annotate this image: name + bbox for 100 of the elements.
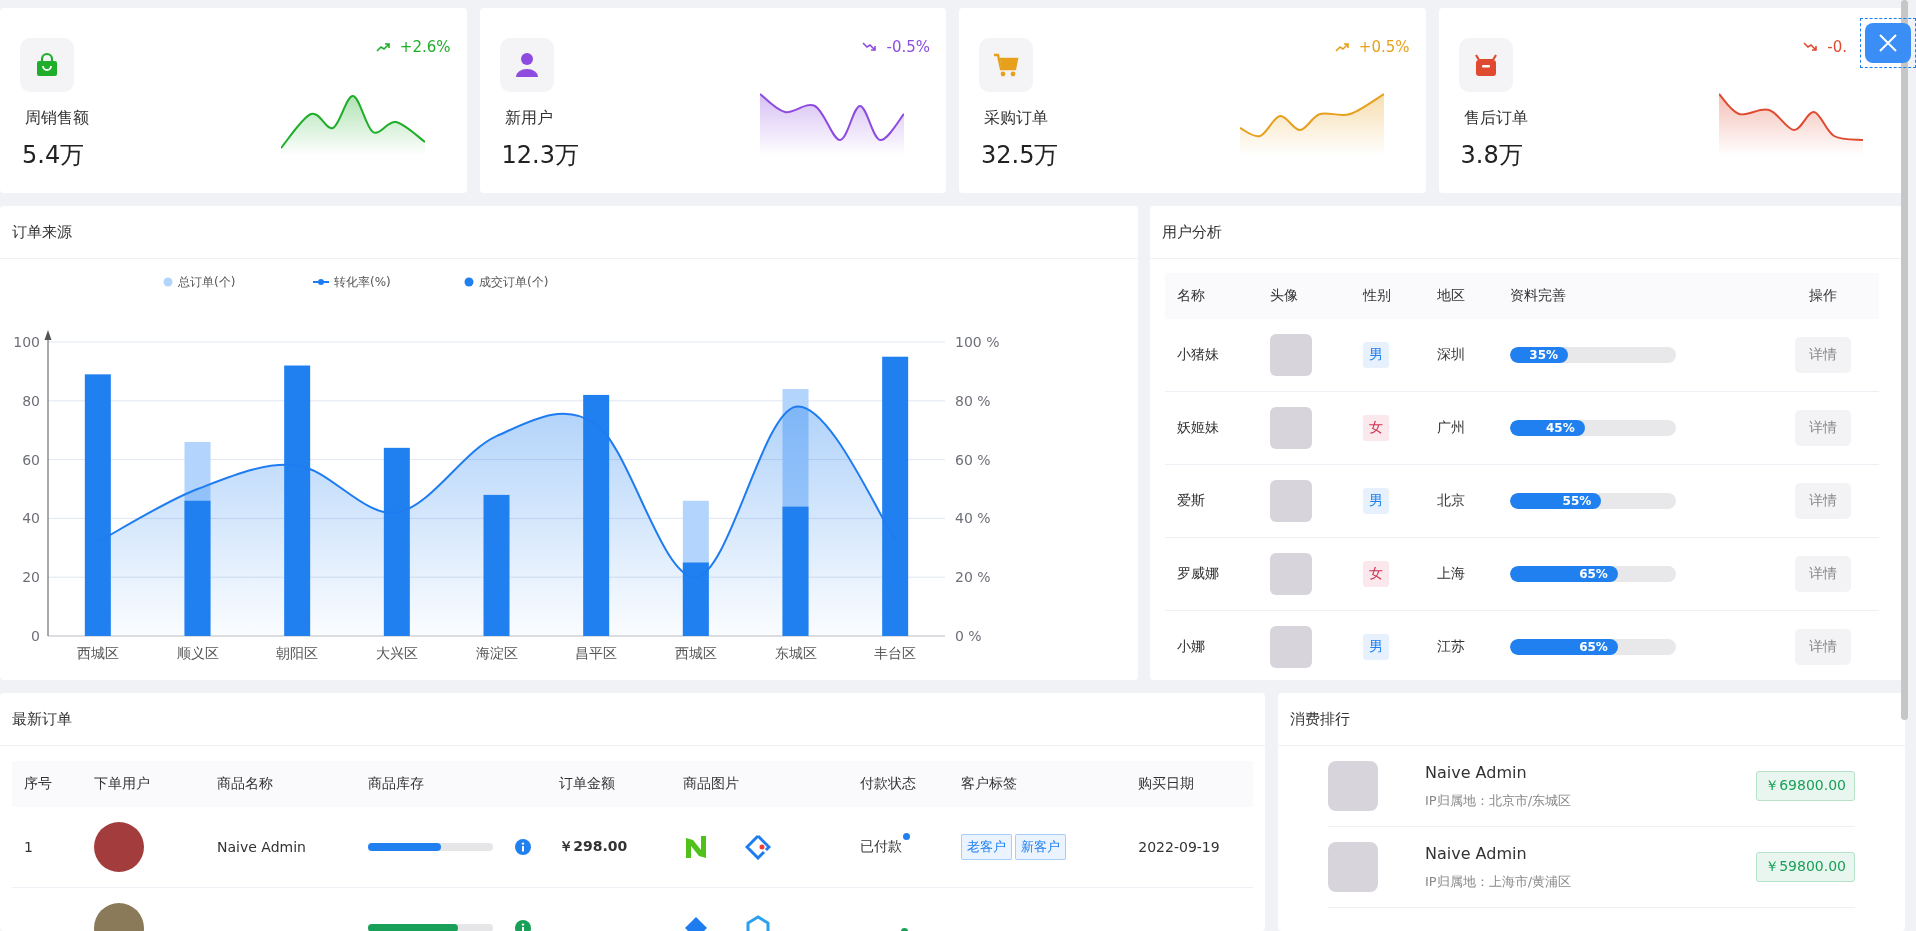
detail-button[interactable]: 详情 (1794, 483, 1851, 519)
progress-fill: 65% (1510, 639, 1618, 655)
progress-fill: 65% (1510, 566, 1618, 582)
table-cell: 妖姬妹 (1165, 391, 1259, 465)
table-cell: 北京 (1424, 464, 1498, 538)
axis-label: 100 % (955, 334, 1000, 350)
stat-value: 12.3万 (501, 140, 579, 171)
axis-label: 东城区 (774, 645, 817, 661)
column-header: 操作 (1766, 273, 1879, 319)
avatar-placeholder (1270, 480, 1313, 522)
axis-label: 0 (31, 628, 40, 644)
table-cell: 深圳 (1424, 319, 1498, 392)
axis-label: 朝阳区 (276, 645, 319, 661)
progress-fill: 35% (1510, 347, 1569, 363)
column-header: 商品图片 (670, 761, 849, 807)
avatar-placeholder (1270, 626, 1313, 668)
legend-label: 总订单(个) (178, 275, 236, 289)
table-cell: 罗威娜 (1165, 537, 1259, 611)
axis-label: 丰台区 (874, 645, 917, 661)
axis-label: 西城区 (76, 645, 119, 661)
axis-label: 顺义区 (176, 645, 219, 661)
avatar-placeholder (1328, 761, 1378, 811)
table-cell: 小娜 (1165, 610, 1259, 680)
column-header: 性别 (1351, 273, 1425, 319)
column-header: 地区 (1424, 273, 1498, 319)
axis-label: 20 % (955, 569, 991, 586)
card-title: 最新订单 (0, 693, 1265, 746)
column-header: 订单金额 (547, 761, 671, 807)
gender-tag: 男 (1363, 488, 1390, 514)
gender-tag: 女 (1363, 415, 1390, 441)
gender-tag: 男 (1363, 634, 1390, 660)
axis-label: 100 (13, 334, 40, 350)
stat-label: 周销售额 (25, 108, 89, 129)
trend-percent: -0.5% (886, 38, 930, 56)
column-header: 购买日期 (1126, 761, 1253, 807)
stat-value: 5.4万 (22, 140, 86, 171)
table-cell: 小猪妹 (1165, 319, 1259, 392)
detail-button[interactable]: 详情 (1794, 629, 1851, 665)
column-header: 客户标签 (948, 761, 1127, 807)
stat-value: 32.5万 (981, 140, 1059, 171)
table-cell: ￥298.00 (547, 807, 671, 888)
column-header: 序号 (12, 761, 83, 807)
user-name: Naive Admin (1425, 762, 1528, 782)
axis-label: 海淀区 (475, 645, 518, 661)
column-header: 资料完善 (1498, 273, 1767, 319)
axis-label: 西城区 (674, 645, 717, 661)
info-icon (515, 839, 532, 855)
detail-button[interactable]: 详情 (1794, 410, 1851, 446)
legend-label: 转化率(%) (334, 275, 391, 289)
user-icon (515, 53, 538, 77)
axis-label: 60 (22, 451, 40, 468)
scrollbar[interactable] (1901, 0, 1908, 720)
table-cell: 1 (12, 807, 83, 888)
ip-location: IP归属地：北京市/东城区 (1425, 791, 1573, 810)
stat-label: 新用户 (504, 108, 554, 129)
trend-percent: +2.6% (399, 38, 451, 56)
avatar-placeholder (1328, 842, 1378, 892)
axis-label: 80 % (955, 392, 991, 409)
stat-label: 采购订单 (984, 108, 1049, 129)
amount-tag: ￥69800.00 (1756, 771, 1855, 801)
trend-percent: -0. (1827, 38, 1847, 56)
customer-tag: 老客户 (960, 834, 1012, 860)
axis-label: 40 % (955, 510, 991, 527)
close-icon (1879, 34, 1897, 52)
status-text: 已付款 (860, 838, 903, 856)
column-header: 付款状态 (848, 761, 949, 807)
avatar-placeholder (1270, 553, 1313, 595)
detail-button[interactable]: 详情 (1794, 556, 1851, 592)
ip-location: IP归属地：上海市/黄浦区 (1425, 872, 1573, 891)
avatar-placeholder (1270, 334, 1313, 376)
avatar-placeholder (1270, 407, 1313, 449)
gender-tag: 男 (1363, 342, 1390, 368)
axis-label: 0 % (955, 628, 982, 644)
stat-value: 3.8万 (1460, 140, 1524, 171)
stat-label: 售后订单 (1463, 108, 1528, 129)
column-header: 商品库存 (356, 761, 548, 807)
table-cell: 爱斯 (1165, 464, 1259, 538)
gender-tag: 女 (1363, 561, 1390, 587)
shopping-bag-icon (37, 53, 57, 76)
axis-label: 20 (22, 569, 40, 586)
table-cell: 广州 (1424, 391, 1498, 465)
axis-label: 80 (22, 392, 40, 409)
axis-label: 60 % (955, 451, 991, 468)
table-cell: 江苏 (1424, 610, 1498, 680)
column-header: 头像 (1258, 273, 1352, 319)
basket-icon (1474, 54, 1497, 76)
table-cell: 2022-09-19 (1126, 807, 1253, 888)
diamond-logo-icon (744, 834, 771, 860)
axis-label: 昌平区 (575, 645, 618, 661)
table-cell: Naive Admin (205, 807, 357, 888)
progress-fill: 45% (1510, 420, 1585, 436)
close-button[interactable] (1860, 18, 1916, 68)
table-cell: 上海 (1424, 537, 1498, 611)
axis-label: 40 (22, 510, 40, 527)
detail-button[interactable]: 详情 (1794, 337, 1851, 373)
column-header: 下单用户 (82, 761, 206, 807)
avatar-placeholder (94, 822, 145, 872)
user-name: Naive Admin (1425, 843, 1528, 863)
trend-percent: +0.5% (1358, 38, 1410, 56)
customer-tag: 新客户 (1014, 834, 1066, 860)
